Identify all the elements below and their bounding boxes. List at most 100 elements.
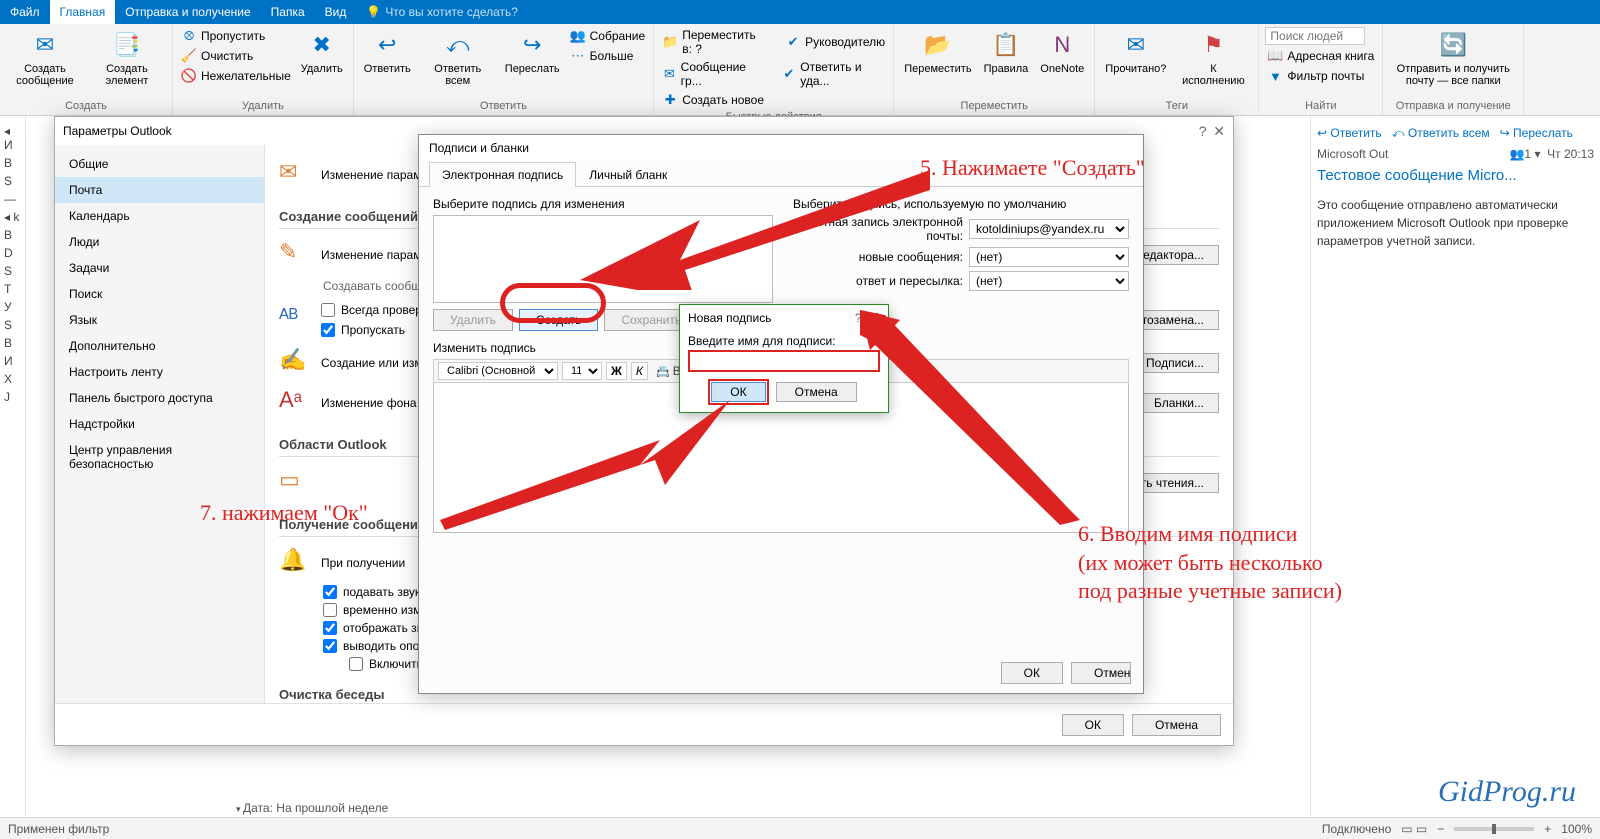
options-cancel-button[interactable]: Отмена — [1132, 714, 1221, 736]
sig-ok-button[interactable]: ОК — [1001, 662, 1063, 684]
sig-create-button[interactable]: Создать — [519, 309, 599, 331]
reply-all-icon: ⤺ — [442, 29, 474, 61]
sig-delete-button[interactable]: Удалить — [433, 309, 513, 331]
options-side-10[interactable]: Надстройки — [55, 411, 264, 437]
clean-button[interactable]: 🧹Очистить — [179, 47, 293, 65]
options-side-6[interactable]: Язык — [55, 307, 264, 333]
new-item-button[interactable]: 📑Создать элемент — [88, 27, 166, 89]
nav-collapsed[interactable]: ◂ ИВS—◂ kВDSTУSВИХJ — [0, 116, 26, 816]
chk-rights[interactable] — [349, 657, 363, 671]
rp-reply-all[interactable]: ⤺ Ответить всем — [1392, 126, 1490, 141]
options-side-7[interactable]: Дополнительно — [55, 333, 264, 359]
move-button[interactable]: 📂Переместить — [900, 27, 975, 77]
team-icon: ✉ — [662, 66, 676, 82]
stationery-button[interactable]: Бланки... — [1139, 393, 1219, 413]
meeting-button[interactable]: 👥Собрание — [568, 27, 648, 45]
tell-me[interactable]: 💡Что вы хотите сделать? — [366, 5, 518, 19]
chk-cursor[interactable] — [323, 603, 337, 617]
meeting-icon: 👥 — [570, 28, 586, 44]
delete-button[interactable]: ✖Удалить — [297, 27, 347, 77]
onenote-button[interactable]: NOneNote — [1036, 27, 1088, 77]
newdlg-ok-button[interactable]: ОК — [711, 382, 765, 402]
help-icon[interactable]: ? — [1199, 123, 1207, 139]
zoom-in[interactable]: + — [1544, 822, 1551, 836]
qs-replydel[interactable]: ✔Ответить и уда... — [780, 59, 887, 89]
reply-button[interactable]: ↩Ответить — [360, 27, 415, 77]
group-move: Переместить — [900, 98, 1088, 112]
font-select[interactable]: Calibri (Основной те — [438, 362, 558, 380]
view-buttons[interactable]: ▭ ▭ — [1401, 822, 1427, 836]
reply-all-button[interactable]: ⤺Ответить всем — [419, 27, 497, 89]
menu-sendrecv[interactable]: Отправка и получение — [115, 0, 260, 24]
options-side-4[interactable]: Задачи — [55, 255, 264, 281]
newdlg-cancel-button[interactable]: Отмена — [776, 382, 857, 402]
pane-icon: ▭ — [279, 467, 311, 499]
zoom-out[interactable]: − — [1437, 822, 1444, 836]
newmsg-select[interactable]: (нет) — [969, 247, 1129, 267]
address-book[interactable]: 📖Адресная книга — [1265, 47, 1376, 65]
junk-button[interactable]: 🚫Нежелательные — [179, 67, 293, 85]
options-side-9[interactable]: Панель быстрого доступа — [55, 385, 264, 411]
tab-stationery[interactable]: Личный бланк — [576, 162, 680, 187]
rp-reply[interactable]: ↩ Ответить — [1317, 126, 1382, 141]
options-side-0[interactable]: Общие — [55, 151, 264, 177]
menu-view[interactable]: Вид — [315, 0, 357, 24]
status-filter: Применен фильтр — [8, 822, 109, 836]
more-respond-button[interactable]: ⋯Больше — [568, 47, 648, 65]
qs-move[interactable]: 📁Переместить в: ? — [660, 27, 767, 57]
read-button[interactable]: ✉Прочитано? — [1101, 27, 1170, 77]
menu-folder[interactable]: Папка — [261, 0, 315, 24]
options-side-11[interactable]: Центр управления безопасностью — [55, 437, 264, 477]
close-icon[interactable]: ✕ — [1213, 123, 1225, 139]
qs-team[interactable]: ✉Сообщение гр... — [660, 59, 764, 89]
signature-name-input[interactable] — [688, 350, 880, 372]
account-select[interactable]: kotoldiniups@yandex.ru — [969, 219, 1129, 239]
sig-cancel-button[interactable]: Отмена — [1071, 662, 1131, 684]
options-side-5[interactable]: Поиск — [55, 281, 264, 307]
date-group[interactable]: Дата: На прошлой неделе — [236, 801, 388, 815]
options-side-8[interactable]: Настроить ленту — [55, 359, 264, 385]
mail-icon: ✉ — [29, 29, 61, 61]
chk-tray[interactable] — [323, 621, 337, 635]
group-respond: Ответить — [360, 98, 647, 112]
newdlg-help-icon[interactable]: ? — [855, 311, 862, 325]
options-side-1[interactable]: Почта — [55, 177, 264, 203]
rp-forward[interactable]: ↪ Переслать — [1500, 126, 1573, 141]
sendrecv-button[interactable]: 🔄Отправить и получить почту — все папки — [1389, 27, 1517, 89]
bell-icon: 🔔 — [279, 547, 311, 579]
options-side-2[interactable]: Календарь — [55, 203, 264, 229]
rules-button[interactable]: 📋Правила — [980, 27, 1033, 77]
rules-icon: 📋 — [990, 29, 1022, 61]
chk-desktop[interactable] — [323, 639, 337, 653]
spell-always[interactable] — [321, 303, 335, 317]
options-side-3[interactable]: Люди — [55, 229, 264, 255]
signature-list[interactable] — [433, 215, 773, 303]
menu-home[interactable]: Главная — [50, 0, 116, 24]
new-signature-dialog: Новая подпись? ✕ Введите имя для подписи… — [679, 304, 889, 413]
followup-button[interactable]: ⚑К исполнению — [1174, 27, 1252, 89]
menu-file[interactable]: Файл — [0, 0, 50, 24]
items-icon: 📑 — [111, 29, 143, 61]
qs-new[interactable]: ✚Создать новое — [660, 91, 887, 109]
italic-button[interactable]: К — [631, 362, 648, 380]
skip-button[interactable]: ⮾Пропустить — [179, 27, 293, 45]
reply-select[interactable]: (нет) — [969, 271, 1129, 291]
size-select[interactable]: 11 — [562, 362, 602, 380]
new-icon: ✚ — [662, 92, 678, 108]
spell-skip[interactable] — [321, 323, 335, 337]
newdlg-label: Введите имя для подписи: — [688, 334, 880, 348]
signatures-button[interactable]: Подписи... — [1131, 353, 1219, 373]
options-ok-button[interactable]: ОК — [1062, 714, 1124, 736]
skip-icon: ⮾ — [181, 28, 197, 44]
forward-button[interactable]: ↪Переслать — [501, 27, 564, 77]
chk-sound[interactable] — [323, 585, 337, 599]
onenote-icon: N — [1046, 29, 1078, 61]
new-mail-button[interactable]: ✉Создать сообщение — [6, 27, 84, 89]
pick-label: Выберите подпись для изменения — [433, 197, 773, 211]
people-search[interactable] — [1265, 27, 1365, 45]
filter-mail[interactable]: ▼Фильтр почты — [1265, 67, 1376, 85]
newdlg-close-icon[interactable]: ✕ — [868, 309, 880, 325]
qs-manager[interactable]: ✔Руководителю — [783, 27, 887, 57]
tab-esig[interactable]: Электронная подпись — [429, 162, 576, 187]
bold-button[interactable]: Ж — [606, 362, 627, 380]
